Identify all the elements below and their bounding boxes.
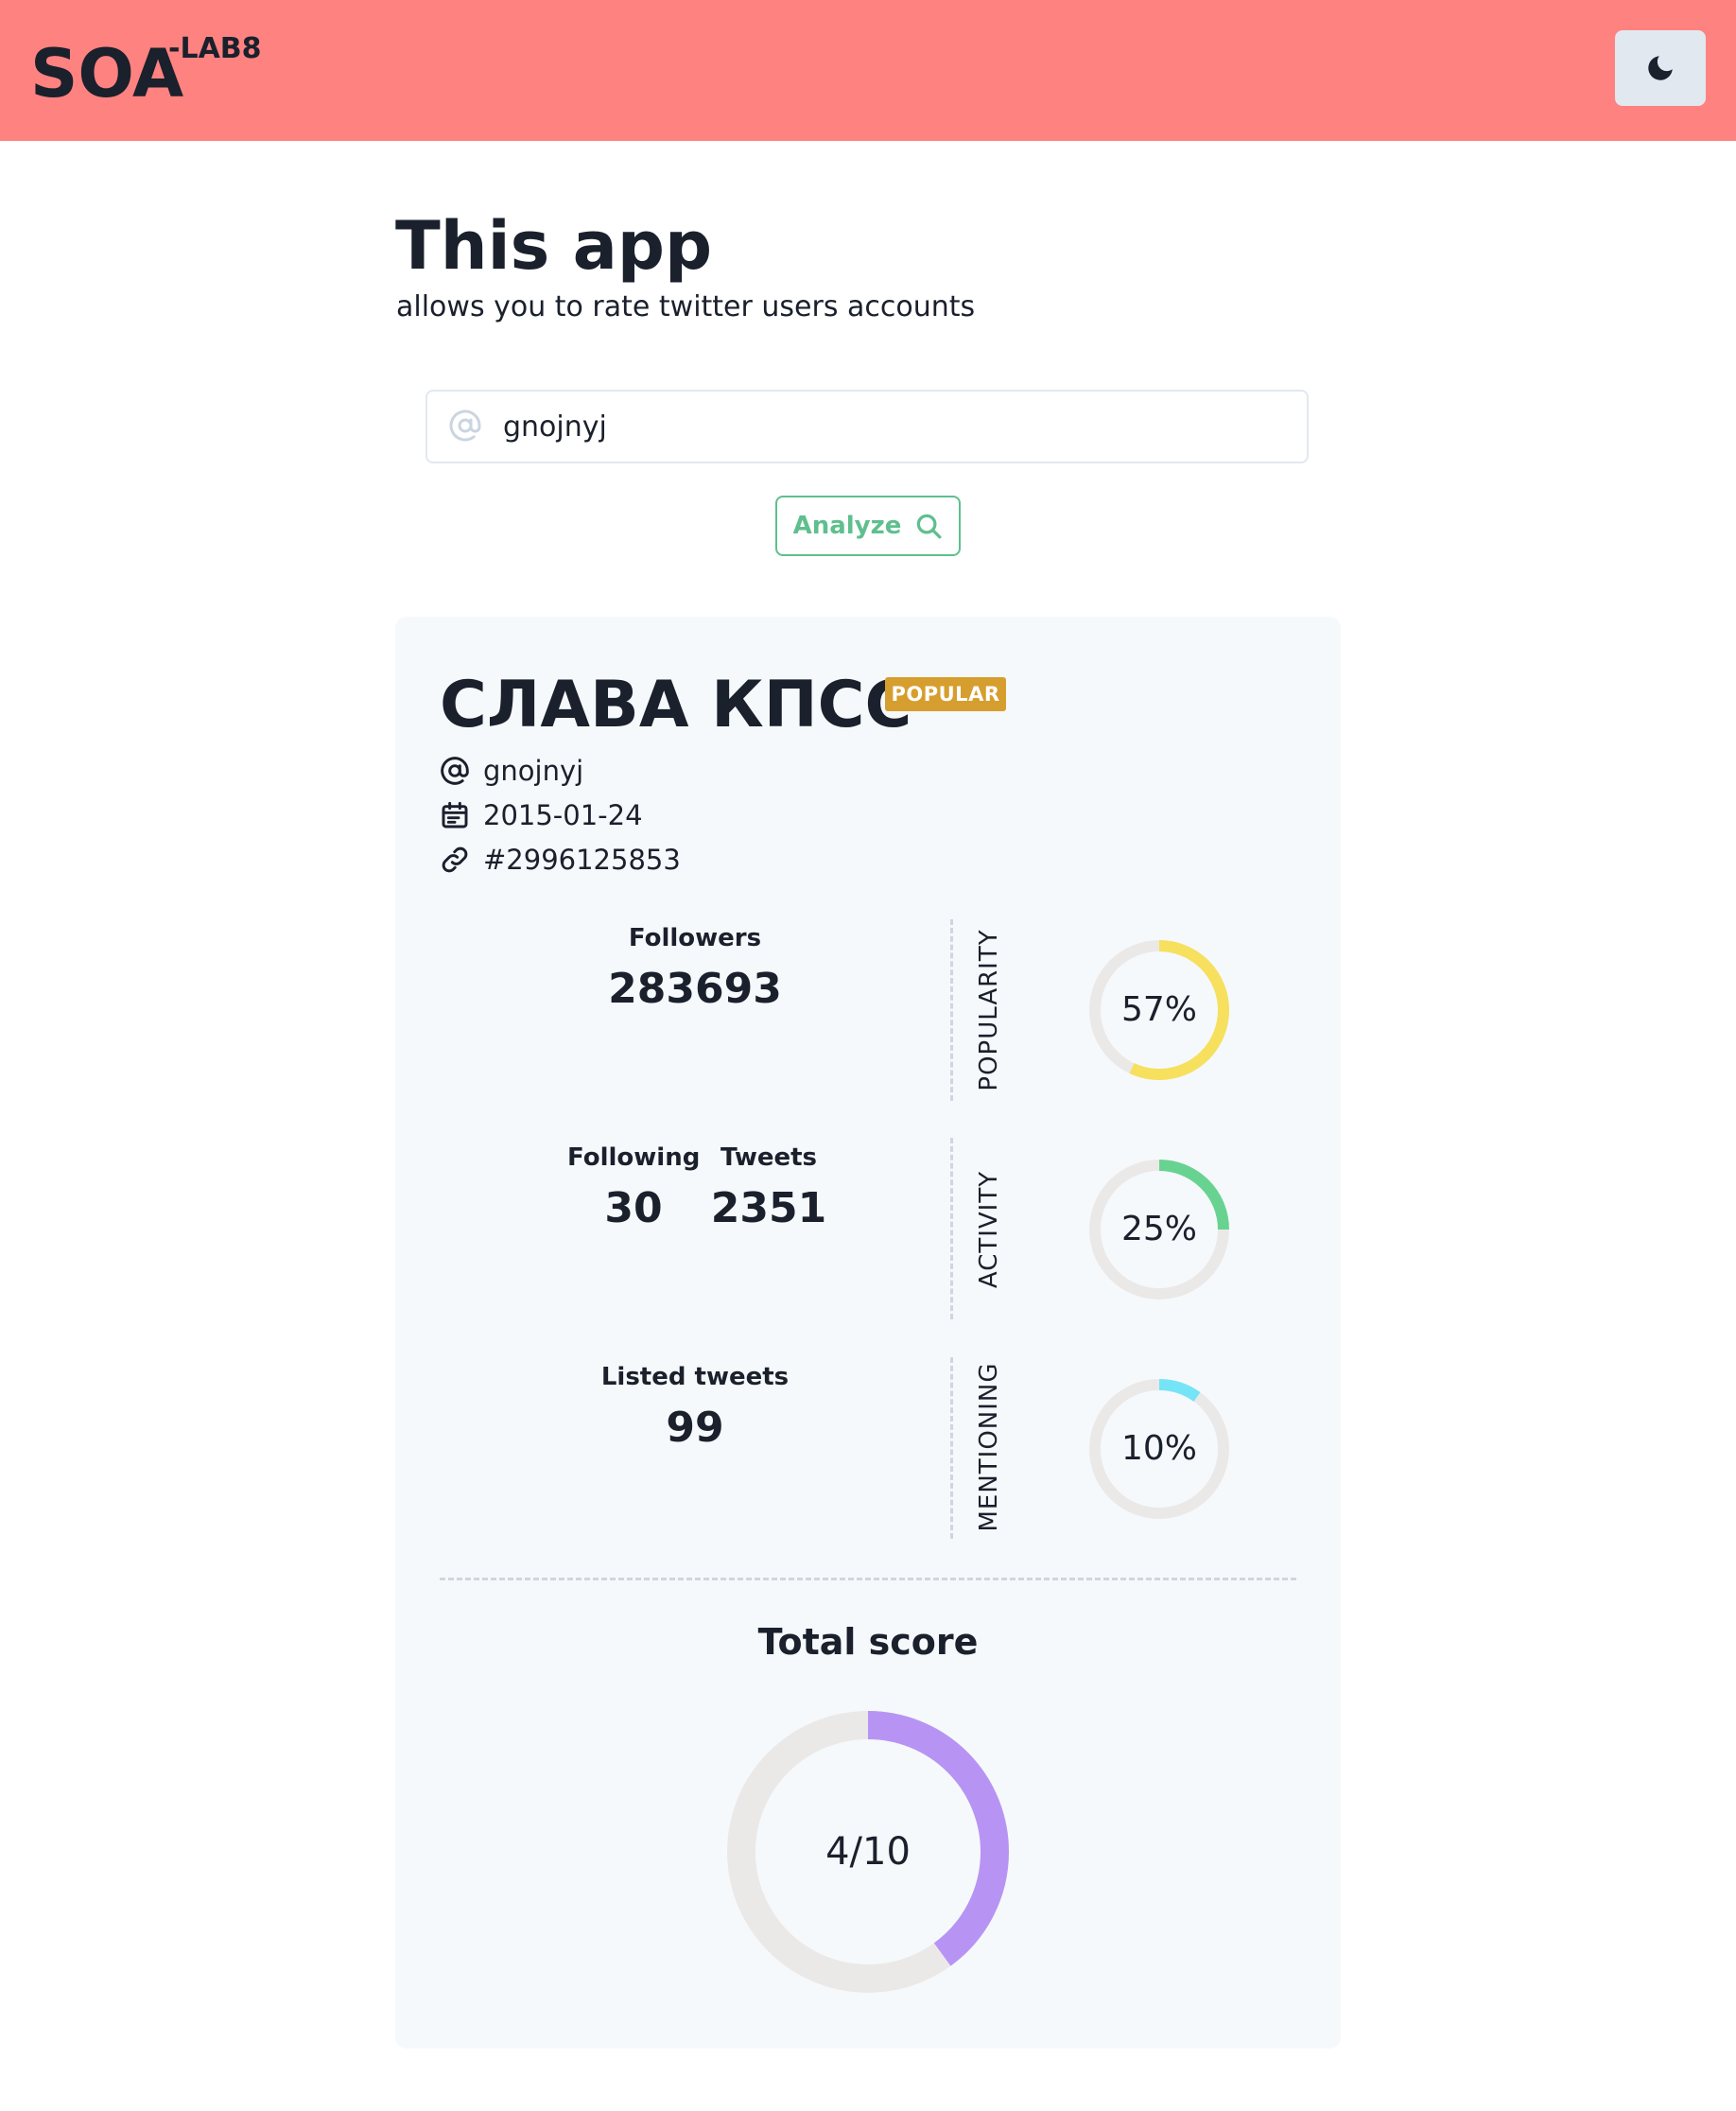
following-label: Following	[567, 1143, 701, 1172]
theme-toggle-button[interactable]	[1615, 30, 1706, 106]
tweets-stat: Tweets 2351	[703, 1143, 835, 1235]
total-score-gauge: 4/10	[726, 1710, 1010, 1994]
followers-stat: Followers 283693	[553, 923, 837, 1016]
listed-tweets-value: 99	[666, 1404, 724, 1452]
popularity-divider	[950, 919, 953, 1101]
mentioning-gauge: 10%	[1087, 1377, 1231, 1521]
calendar-icon	[442, 801, 468, 829]
profile-username-row: gnojnyj	[440, 752, 583, 790]
activity-percent: 25%	[1120, 1210, 1197, 1248]
app-brand-suffix: -LAB8	[168, 32, 262, 65]
listed-tweets-label: Listed tweets	[600, 1363, 790, 1391]
following-value: 30	[604, 1184, 663, 1232]
page-title: This app	[395, 207, 713, 285]
profile-name: СЛАВА КПСС	[440, 668, 912, 742]
following-stat: Following 30	[567, 1143, 700, 1235]
link-icon	[442, 846, 468, 873]
popular-badge: POPULAR	[885, 677, 1006, 711]
popularity-percent: 57%	[1120, 990, 1197, 1029]
popularity-label-text: POPULARITY	[975, 929, 1003, 1091]
tweets-value: 2351	[710, 1184, 827, 1232]
moon-icon	[1648, 56, 1673, 80]
mentioning-percent: 10%	[1120, 1429, 1197, 1468]
app-header: SOA -LAB8	[0, 0, 1736, 141]
section-divider	[440, 1578, 1296, 1580]
total-score-title: Total score	[757, 1621, 979, 1663]
activity-label-text: ACTIVITY	[975, 1170, 1003, 1289]
total-score-value: 4/10	[825, 1830, 911, 1874]
page-subtitle: allows you to rate twitter users account…	[396, 290, 976, 323]
mentioning-divider	[950, 1357, 953, 1539]
profile-created-row: 2015-01-24	[440, 796, 643, 834]
username-input[interactable]	[503, 401, 1278, 452]
username-search-field[interactable]	[425, 390, 1309, 463]
profile-id: #2996125853	[483, 844, 681, 876]
search-icon	[917, 514, 942, 539]
app-brand: SOA	[30, 35, 184, 113]
profile-id-row: #2996125853	[440, 841, 681, 879]
at-icon	[441, 757, 469, 785]
analyze-button[interactable]: Analyze	[775, 496, 961, 556]
tweets-label: Tweets	[720, 1143, 818, 1172]
analyze-button-label: Analyze	[792, 512, 902, 540]
at-icon	[449, 410, 481, 442]
followers-value: 283693	[608, 965, 782, 1013]
listed-tweets-stat: Listed tweets 99	[553, 1362, 837, 1455]
followers-label: Followers	[628, 924, 762, 952]
activity-divider	[950, 1138, 953, 1319]
activity-gauge: 25%	[1087, 1158, 1231, 1301]
mentioning-label-text: MENTIONING	[975, 1362, 1003, 1532]
profile-username: gnojnyj	[483, 755, 584, 787]
profile-created-date: 2015-01-24	[483, 799, 643, 831]
popularity-gauge: 57%	[1087, 938, 1231, 1082]
